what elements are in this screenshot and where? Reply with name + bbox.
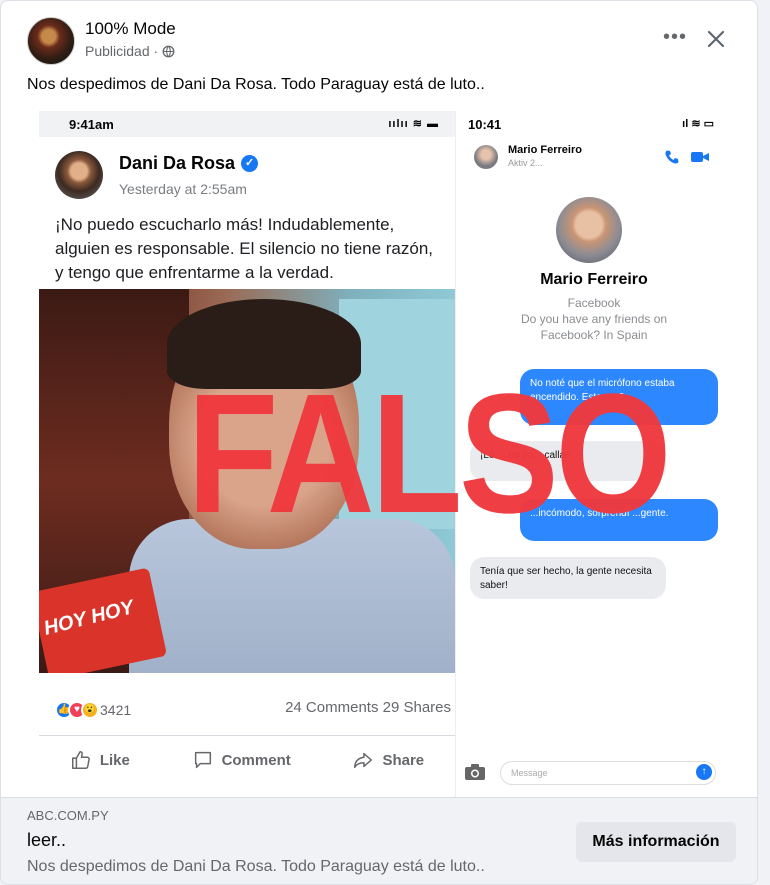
comment-label: Comment <box>221 751 291 769</box>
link-title[interactable]: leer.. <box>27 830 66 851</box>
more-options-button[interactable]: ••• <box>660 27 690 51</box>
contact-line-1: Facebook <box>567 296 621 310</box>
status-time: 9:41am <box>69 117 114 132</box>
chat-active-status: Aktiv 2... <box>508 158 543 168</box>
link-description: Nos despedimos de Dani Da Rosa. Todo Par… <box>27 858 485 875</box>
falso-stamp: FALSO <box>187 359 672 549</box>
chat-avatar <box>474 145 498 169</box>
contact-avatar <box>556 197 622 263</box>
reactions-summary: 👍 ♥ 😮 3421 <box>55 701 131 719</box>
post-actions: Like Comment Share <box>39 749 455 771</box>
comment-icon <box>194 751 211 769</box>
wow-reaction-icon: 😮 <box>81 701 99 719</box>
chat-status-bar: 10:41 ıl ≋ ▭ <box>456 111 731 137</box>
page-avatar[interactable] <box>27 17 75 65</box>
chat-status-time: 10:41 <box>468 117 502 132</box>
like-label: Like <box>99 751 130 769</box>
contact-info: Facebook Do you have any friends on Face… <box>456 295 731 343</box>
share-icon <box>354 752 373 769</box>
status-bar: 9:41am ıılıı ≋ ▬ <box>39 111 455 137</box>
contact-name: Mario Ferreiro <box>540 271 648 288</box>
message-composer: Message ↑ <box>464 759 724 787</box>
contact-line-3: Facebook? In Spain <box>540 328 648 342</box>
message-input: Message <box>500 761 716 785</box>
divider <box>39 735 455 736</box>
message-bubble-received: Tenía que ser hecho, la gente necesita s… <box>470 557 666 599</box>
contact-line-2: Do you have any friends on <box>520 312 668 326</box>
more-info-button[interactable]: Más información <box>576 822 736 862</box>
author-name: Dani Da Rosa ✓ <box>119 153 259 174</box>
sponsored-text[interactable]: Publicidad · <box>85 43 158 59</box>
video-call-icon <box>691 152 709 162</box>
thumbs-up-icon <box>71 751 90 769</box>
page-name[interactable]: 100% Mode <box>85 19 176 39</box>
globe-icon <box>162 45 175 57</box>
comment-action: Comment <box>192 749 291 771</box>
link-preview-footer[interactable]: ABC.COM.PY leer.. Nos despedimos de Dani… <box>1 797 757 884</box>
chat-name: Mario Ferreiro <box>508 144 582 156</box>
ad-post-card: 100% Mode Publicidad · ••• Nos despedimo… <box>0 0 758 885</box>
ad-creative-image[interactable]: 9:41am ıılıı ≋ ▬ Dani Da Rosa ✓ Yesterda… <box>39 111 731 797</box>
phone-call-icon <box>665 150 679 164</box>
sponsored-label: Publicidad · <box>85 43 175 59</box>
send-icon: ↑ <box>696 764 712 780</box>
link-domain: ABC.COM.PY <box>27 808 109 823</box>
signal-icon: ıılıı ≋ ▬ <box>388 118 439 130</box>
comments-shares-count: 24 Comments 29 Shares <box>285 699 451 716</box>
author-avatar <box>55 151 103 199</box>
author-name-text: Dani Da Rosa <box>119 153 236 173</box>
battery-icon: ıl ≋ ▭ <box>682 118 714 130</box>
post-timestamp: Yesterday at 2:55am <box>119 181 247 197</box>
camera-icon <box>465 764 485 780</box>
reaction-icons: 👍 ♥ 😮 <box>55 701 99 719</box>
verified-badge-icon: ✓ <box>241 155 259 172</box>
share-action: Share <box>352 749 424 771</box>
reaction-count: 3421 <box>100 702 132 718</box>
post-text: ¡No puedo escucharlo más! Indudablemente… <box>55 215 434 282</box>
post-caption: Nos despedimos de Dani Da Rosa. Todo Par… <box>27 76 485 93</box>
close-icon[interactable] <box>704 27 728 51</box>
post-header: 100% Mode Publicidad · ••• <box>1 1 757 67</box>
like-action: Like <box>70 749 130 771</box>
share-label: Share <box>382 751 425 769</box>
